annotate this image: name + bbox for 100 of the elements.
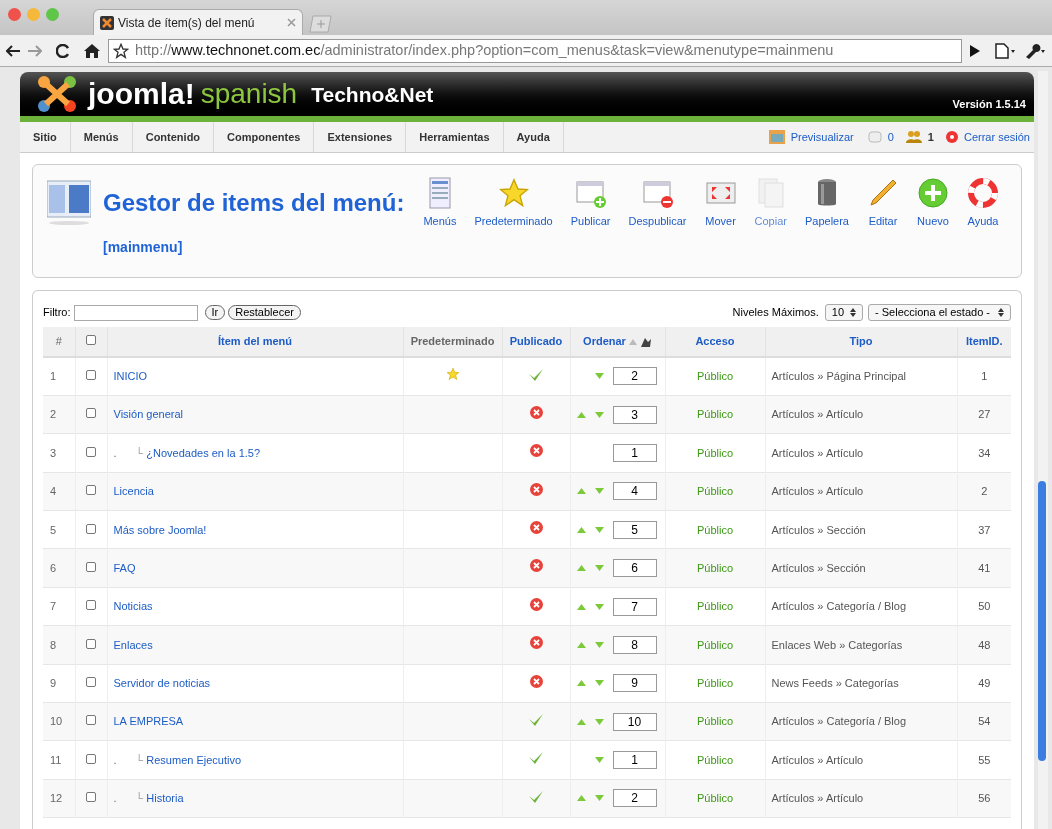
reset-button[interactable]: Restablecer bbox=[228, 305, 301, 320]
access-level[interactable]: Público bbox=[665, 664, 765, 703]
unpublished-x-icon[interactable] bbox=[529, 559, 543, 573]
up-arrow-icon[interactable] bbox=[576, 795, 586, 802]
address-bar[interactable]: http://www.technonet.com.ec/administrator/index.php?option=com_menus&task=view&menutype=mainmenu bbox=[108, 38, 962, 63]
access-level[interactable]: Público bbox=[665, 433, 765, 473]
down-arrow-icon[interactable] bbox=[594, 411, 604, 418]
unpublished-x-icon[interactable] bbox=[529, 482, 543, 496]
order-field[interactable]: 9 bbox=[612, 674, 657, 693]
access-level[interactable]: Público bbox=[665, 472, 765, 511]
page-menu-icon[interactable] bbox=[994, 42, 1016, 59]
menu-item-link[interactable]: Licencia bbox=[113, 483, 154, 500]
order-field[interactable]: 6 bbox=[612, 559, 657, 578]
unpublished-x-icon[interactable] bbox=[529, 636, 543, 650]
menu-item-link[interactable]: Más sobre Joomla! bbox=[113, 521, 207, 538]
unpublished-x-icon[interactable] bbox=[529, 405, 543, 419]
order-field[interactable]: 1 bbox=[612, 751, 657, 770]
menu-item[interactable]: Componentes bbox=[214, 122, 315, 152]
unpublished-x-icon[interactable] bbox=[529, 444, 543, 458]
menu-item-link[interactable]: Historia bbox=[146, 790, 184, 807]
toolbar-button[interactable]: Mover bbox=[696, 177, 745, 230]
close-window-icon[interactable] bbox=[8, 8, 21, 21]
down-arrow-icon[interactable] bbox=[594, 680, 604, 687]
access-level[interactable]: Público bbox=[665, 357, 765, 396]
state-select[interactable]: - Selecciona el estado - bbox=[868, 304, 1011, 321]
menu-item-link[interactable]: Servidor de noticias bbox=[113, 675, 211, 692]
access-level[interactable]: Público bbox=[665, 779, 765, 818]
access-level[interactable]: Público bbox=[665, 702, 765, 741]
up-arrow-icon[interactable] bbox=[576, 411, 586, 418]
up-arrow-icon[interactable] bbox=[576, 641, 586, 648]
down-arrow-icon[interactable] bbox=[594, 373, 604, 380]
filter-field[interactable] bbox=[73, 304, 198, 321]
column-header[interactable]: Tipo bbox=[765, 327, 957, 357]
menu-item-link[interactable]: Visión general bbox=[113, 406, 183, 423]
up-arrow-icon[interactable] bbox=[576, 718, 586, 725]
order-field[interactable]: 1 bbox=[612, 443, 657, 462]
go-button[interactable]: Ir bbox=[204, 305, 226, 320]
order-field[interactable]: 10 bbox=[612, 712, 657, 731]
close-tab-icon[interactable] bbox=[287, 18, 296, 27]
down-arrow-icon[interactable] bbox=[594, 603, 604, 610]
up-arrow-icon[interactable] bbox=[576, 526, 586, 533]
column-header[interactable]: Publicado bbox=[502, 327, 570, 357]
home-icon[interactable] bbox=[84, 43, 100, 58]
menu-item[interactable]: Ayuda bbox=[503, 122, 564, 152]
select-all-checkbox[interactable] bbox=[86, 335, 96, 346]
column-header[interactable]: ItemID. bbox=[957, 327, 1011, 357]
menu-item-link[interactable]: INICIO bbox=[113, 368, 148, 385]
row-checkbox[interactable] bbox=[86, 485, 96, 496]
down-arrow-icon[interactable] bbox=[594, 565, 604, 572]
logout-link[interactable]: Cerrar sesión bbox=[963, 128, 1030, 146]
order-field[interactable]: 4 bbox=[612, 482, 657, 501]
unpublished-x-icon[interactable] bbox=[529, 674, 543, 688]
zoom-window-icon[interactable] bbox=[46, 8, 59, 21]
preview-link[interactable]: Previsualizar bbox=[790, 128, 854, 146]
up-arrow-icon[interactable] bbox=[576, 603, 586, 610]
toolbar-button[interactable]: Nuevo bbox=[909, 177, 957, 230]
scrollbar[interactable] bbox=[1038, 71, 1048, 829]
unpublished-x-icon[interactable] bbox=[529, 597, 543, 611]
forward-arrow-icon[interactable] bbox=[28, 44, 42, 57]
row-checkbox[interactable] bbox=[86, 638, 96, 649]
menu-item-link[interactable]: Resumen Ejecutivo bbox=[146, 751, 242, 769]
menu-item[interactable]: Extensiones bbox=[314, 122, 407, 152]
toolbar-button[interactable]: Menús bbox=[415, 177, 465, 230]
back-arrow-icon[interactable] bbox=[6, 44, 20, 57]
row-checkbox[interactable] bbox=[86, 715, 96, 726]
toolbar-button[interactable]: Ayuda bbox=[959, 177, 1007, 230]
row-checkbox[interactable] bbox=[86, 561, 96, 572]
toolbar-button[interactable]: Papelera bbox=[796, 177, 857, 230]
menu-item[interactable]: Contenido bbox=[132, 122, 215, 152]
order-field[interactable]: 2 bbox=[612, 789, 657, 808]
play-icon[interactable] bbox=[970, 44, 980, 57]
column-header[interactable]: Acceso bbox=[665, 327, 765, 357]
access-level[interactable]: Público bbox=[665, 395, 765, 434]
menu-item-link[interactable]: LA EMPRESA bbox=[113, 713, 184, 730]
row-checkbox[interactable] bbox=[86, 408, 96, 419]
row-checkbox[interactable] bbox=[86, 792, 96, 803]
unpublished-x-icon[interactable] bbox=[529, 521, 543, 534]
browser-tab[interactable]: Vista de ítem(s) del menú bbox=[93, 9, 303, 35]
access-level[interactable]: Público bbox=[665, 548, 765, 588]
order-field[interactable]: 2 bbox=[612, 367, 657, 386]
new-tab-icon[interactable] bbox=[307, 15, 333, 33]
order-field[interactable]: 8 bbox=[612, 635, 657, 654]
access-level[interactable]: Público bbox=[665, 587, 765, 626]
row-checkbox[interactable] bbox=[86, 370, 96, 381]
row-checkbox[interactable] bbox=[86, 446, 96, 457]
access-level[interactable]: Público bbox=[665, 740, 765, 780]
up-arrow-icon[interactable] bbox=[576, 565, 586, 572]
down-arrow-icon[interactable] bbox=[594, 795, 604, 802]
column-header[interactable]: Ítem del menú bbox=[107, 327, 403, 357]
up-arrow-icon[interactable] bbox=[576, 488, 586, 495]
down-arrow-icon[interactable] bbox=[594, 526, 604, 533]
down-arrow-icon[interactable] bbox=[594, 641, 604, 648]
menu-item[interactable]: Sitio bbox=[20, 122, 71, 152]
down-arrow-icon[interactable] bbox=[594, 757, 604, 764]
toolbar-button[interactable]: Editar bbox=[859, 177, 907, 230]
wrench-icon[interactable] bbox=[1024, 42, 1046, 59]
access-level[interactable]: Público bbox=[665, 625, 765, 665]
menu-item[interactable]: Herramientas bbox=[406, 122, 504, 152]
row-checkbox[interactable] bbox=[86, 677, 96, 688]
row-checkbox[interactable] bbox=[86, 600, 96, 611]
